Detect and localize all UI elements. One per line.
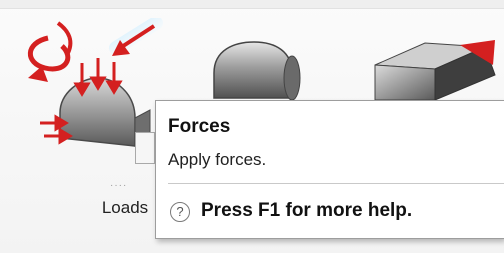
help-circle-icon: ? bbox=[170, 202, 190, 222]
loads-tool-expander[interactable] bbox=[135, 132, 155, 164]
forces-tooltip: Forces Apply forces. ? Press F1 for more… bbox=[155, 100, 504, 239]
tooltip-divider bbox=[168, 183, 504, 184]
tooltip-description: Apply forces. bbox=[168, 150, 267, 169]
tooltip-help-text: Press F1 for more help. bbox=[201, 200, 413, 221]
loads-tool-button[interactable]: ···· Loads bbox=[20, 18, 163, 217]
ribbon-top-edge bbox=[0, 0, 504, 9]
loads-tool-dots: ···· bbox=[110, 180, 128, 191]
cylinder-shape-icon bbox=[213, 41, 301, 101]
box-shape-icon bbox=[374, 40, 496, 101]
tooltip-title: Forces bbox=[168, 116, 231, 137]
